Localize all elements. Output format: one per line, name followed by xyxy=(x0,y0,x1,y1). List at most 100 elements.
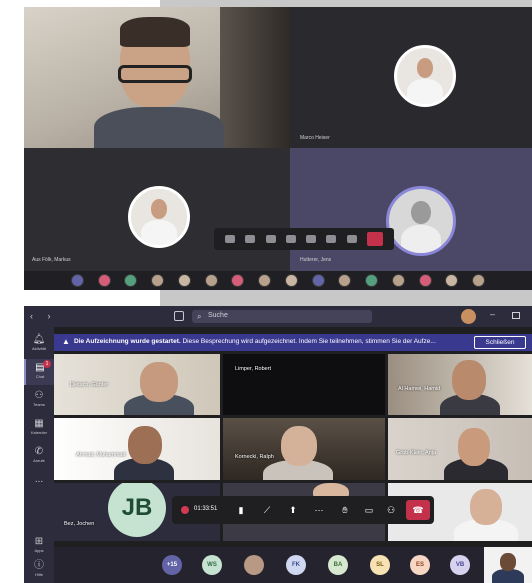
avatar[interactable]: VB xyxy=(450,555,470,575)
video-tile-participant[interactable]: Aus Fölk, Markus xyxy=(24,148,290,271)
avatar xyxy=(386,186,456,256)
chat-icon[interactable] xyxy=(326,235,337,243)
maximize-button[interactable] xyxy=(512,312,520,319)
avatar[interactable]: +15 xyxy=(162,555,182,575)
participant-name: Bez, Jochen xyxy=(64,521,95,527)
video-tile-participant[interactable]: Marco Heiser xyxy=(290,7,532,148)
avatar[interactable]: ES xyxy=(410,555,430,575)
calendar-icon: ▦ xyxy=(34,418,44,429)
avatar[interactable] xyxy=(391,274,405,287)
avatar[interactable]: BA xyxy=(328,555,348,575)
recording-indicator-icon xyxy=(181,506,189,514)
avatar[interactable] xyxy=(151,274,165,287)
search-placeholder: Suche xyxy=(208,312,228,319)
search-input[interactable]: ⌕ Suche xyxy=(192,310,372,323)
participants-icon[interactable]: ⚇ xyxy=(384,502,398,518)
banner-text: Die Aufzeichnung wurde gestartet. Diese … xyxy=(74,338,436,345)
avatar[interactable] xyxy=(258,274,272,287)
rail-item-calendar[interactable]: ▦ Kalender xyxy=(24,415,54,441)
compose-icon[interactable] xyxy=(174,311,184,321)
avatar[interactable] xyxy=(418,274,432,287)
participant-strip: +15 WS FK BA SL ES VB xyxy=(54,547,532,583)
teams-icon: ⚇ xyxy=(34,390,44,401)
rail-item-apps[interactable]: ⊞ Apps xyxy=(24,533,54,559)
chat-icon[interactable]: ▭ xyxy=(362,502,376,518)
minimize-button[interactable]: – xyxy=(490,309,495,319)
participant-name: Limper, Robert xyxy=(235,366,272,372)
video-tile-participant[interactable]: Dietsch, Günter xyxy=(54,354,220,415)
avatar[interactable] xyxy=(244,555,264,575)
avatar[interactable] xyxy=(204,274,218,287)
video-tile-participant[interactable]: Grob-Klein, Anja xyxy=(388,418,532,480)
rail-item-help[interactable]: ⓘ Hilfe xyxy=(24,557,54,583)
video-tile-participant[interactable]: Al Hamwi, Hamid xyxy=(388,354,532,415)
top-meeting-screenshot: Marco Heiser Aus Fölk, Markus Hutterer, … xyxy=(24,0,532,290)
avatar[interactable] xyxy=(472,274,486,287)
avatar[interactable]: FK xyxy=(286,555,306,575)
close-banner-button[interactable]: Schließen xyxy=(474,336,526,349)
avatar[interactable] xyxy=(338,274,352,287)
rail-item-activity[interactable]: 🔔︎ Aktivität xyxy=(24,331,54,357)
share-icon[interactable] xyxy=(265,235,276,243)
participant-name: Hutterer, Jens xyxy=(300,257,332,263)
avatar[interactable]: WS xyxy=(202,555,222,575)
profile-avatar[interactable] xyxy=(461,309,476,324)
initials-avatar: JB xyxy=(108,483,166,537)
more-icon[interactable] xyxy=(285,235,296,243)
avatar xyxy=(394,45,456,107)
bell-icon: 🔔︎ xyxy=(32,334,46,345)
video-tile-participant[interactable]: Ahmad, Muhammad xyxy=(54,418,220,480)
video-tile-participant[interactable]: Hutterer, Jens xyxy=(290,148,532,271)
avatar[interactable] xyxy=(97,274,111,287)
camera-icon[interactable] xyxy=(225,235,236,243)
rail-item-calls[interactable]: ✆ Anrufe xyxy=(24,443,54,469)
share-screen-icon[interactable]: ⬆ xyxy=(286,502,300,518)
teams-window: ‹ › ⌕ Suche – 🔔︎ Aktivität ▤ Chat 1 ⚇ Te… xyxy=(24,290,532,583)
recording-banner: ▲ Die Aufzeichnung wurde gestartet. Dies… xyxy=(54,334,532,351)
avatar[interactable]: SL xyxy=(370,555,390,575)
avatar[interactable] xyxy=(445,274,459,287)
rail-item-more[interactable]: ... xyxy=(24,471,54,497)
participant-name: Kornecki, Ralph xyxy=(235,454,274,460)
unread-badge: 1 xyxy=(43,360,51,368)
call-control-bar xyxy=(214,228,394,250)
video-tile-active-speaker[interactable] xyxy=(24,7,290,148)
participant-name: Aus Fölk, Markus xyxy=(32,257,71,263)
camera-icon[interactable]: ▮ xyxy=(234,502,248,518)
video-tile-participant[interactable]: Kornecki, Ralph xyxy=(223,418,385,480)
avatar[interactable] xyxy=(177,274,191,287)
rail-item-teams[interactable]: ⚇ Teams xyxy=(24,387,54,413)
microphone-icon[interactable] xyxy=(245,235,256,243)
participant-name: Marco Heiser xyxy=(300,135,330,141)
call-timer: 01:33:51 xyxy=(194,506,218,512)
divider-band xyxy=(160,290,532,306)
avatar[interactable] xyxy=(70,274,84,287)
raise-hand-icon[interactable] xyxy=(306,235,317,243)
avatar[interactable] xyxy=(365,274,379,287)
back-forward-arrows[interactable]: ‹ › xyxy=(30,311,57,321)
call-control-bar: 01:33:51 ▮ ⟋ ⬆ ⋯ ✋︎ ▭ ⚇ ☎︎ xyxy=(172,496,434,524)
avatar[interactable] xyxy=(231,274,245,287)
self-video-preview[interactable] xyxy=(484,547,532,583)
search-icon: ⌕ xyxy=(197,312,202,321)
participants-icon[interactable] xyxy=(346,235,357,243)
microphone-off-icon[interactable]: ⟋ xyxy=(260,502,274,518)
more-icon: ... xyxy=(34,474,44,485)
avatar xyxy=(128,186,190,248)
hangup-button[interactable] xyxy=(366,232,383,246)
participant-name: Ahmad, Muhammad xyxy=(76,452,126,458)
participant-strip xyxy=(24,271,532,290)
avatar[interactable] xyxy=(124,274,138,287)
participant-name: Al Hamwi, Hamid xyxy=(398,386,441,392)
raise-hand-icon[interactable]: ✋︎ xyxy=(338,502,352,518)
apps-icon: ⊞ xyxy=(34,536,44,547)
participant-name: Grob-Klein, Anja xyxy=(396,450,437,456)
avatar[interactable] xyxy=(311,274,325,287)
more-options-icon[interactable]: ⋯ xyxy=(312,502,326,518)
hangup-button[interactable]: ☎︎ xyxy=(406,500,430,520)
title-bar: ‹ › ⌕ Suche – xyxy=(24,306,532,327)
avatar[interactable] xyxy=(284,274,298,287)
rail-item-chat[interactable]: ▤ Chat 1 xyxy=(24,359,54,385)
video-tile-participant[interactable]: Limper, Robert xyxy=(223,354,385,415)
warning-icon: ▲ xyxy=(62,337,70,346)
